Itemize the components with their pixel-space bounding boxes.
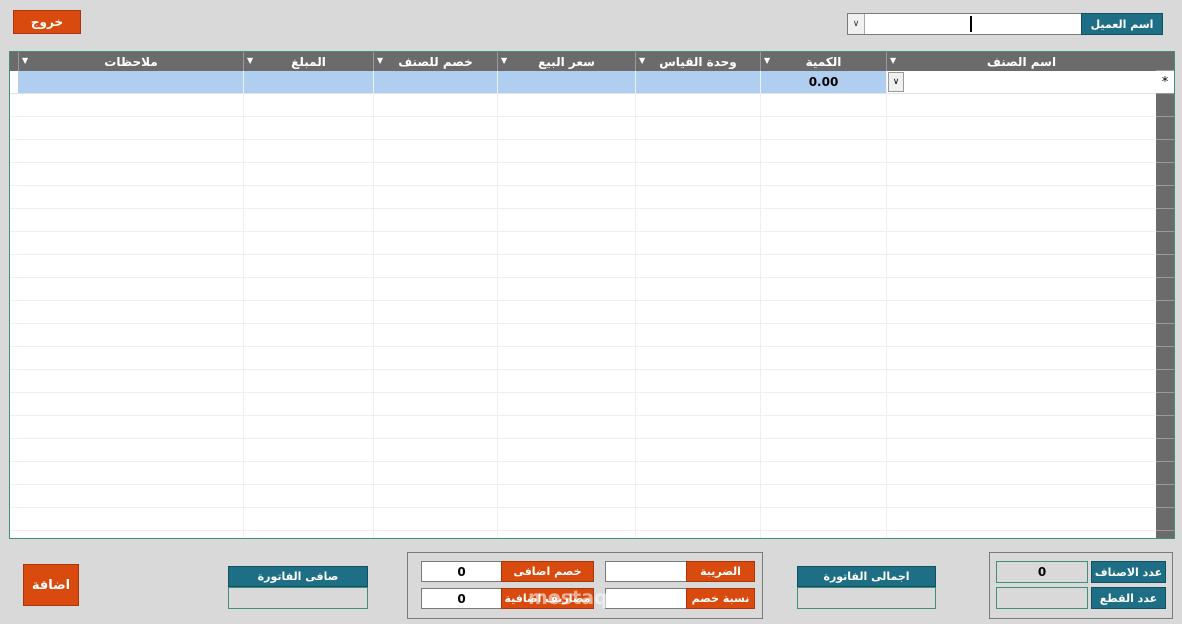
extra-expenses-field[interactable]: 0	[421, 588, 502, 609]
tax-label: الضريبة	[686, 561, 755, 582]
grid-divider	[497, 71, 498, 538]
row-selector[interactable]	[1156, 439, 1174, 462]
extra-discount-field[interactable]: 0	[421, 561, 502, 582]
row-selector[interactable]	[1156, 393, 1174, 416]
discount-rate-label: نسبة خصم	[686, 588, 755, 609]
row-selector[interactable]	[1156, 278, 1174, 301]
row-selector[interactable]	[1156, 255, 1174, 278]
column-header-sale-price[interactable]: ▼ سعر البيع	[497, 52, 635, 71]
chevron-down-icon[interactable]: ∨	[888, 72, 904, 92]
add-button[interactable]: اضافة	[23, 564, 79, 606]
chevron-down-icon[interactable]: ∨	[848, 14, 865, 34]
cell-notes[interactable]	[18, 71, 243, 93]
cell-quantity[interactable]: 0.00	[760, 71, 886, 93]
text-caret	[970, 16, 972, 32]
row-selector[interactable]	[1156, 347, 1174, 370]
row-selector[interactable]	[1156, 485, 1174, 508]
table-row[interactable]	[10, 370, 1156, 393]
column-header-amount[interactable]: ▼ المبلغ	[243, 52, 373, 71]
row-selector[interactable]	[1156, 508, 1174, 531]
exit-button[interactable]: خروج	[13, 10, 81, 34]
net-invoice-value	[228, 587, 368, 609]
table-row[interactable]	[10, 117, 1156, 140]
table-row[interactable]	[10, 462, 1156, 485]
invoice-items-grid[interactable]: ▼ ملاحظات ▼ المبلغ ▼ خصم للصنف ▼ سعر البيع ▼…	[9, 51, 1175, 539]
cell-amount[interactable]	[243, 71, 373, 93]
table-row[interactable]	[10, 416, 1156, 439]
extra-discount-label: خصم اضافى	[501, 561, 594, 582]
row-selector[interactable]	[1156, 140, 1174, 163]
table-row[interactable]	[10, 393, 1156, 416]
row-selector[interactable]	[1156, 370, 1174, 393]
grid-divider	[635, 71, 636, 538]
table-row[interactable]	[10, 186, 1156, 209]
row-selector-column: *	[1156, 52, 1174, 538]
customer-label: اسم العميل	[1081, 13, 1163, 35]
extra-expenses-label: مصاريف اضافية	[501, 588, 594, 609]
grid-divider	[243, 71, 244, 538]
table-row[interactable]	[10, 94, 1156, 117]
table-row[interactable]	[10, 324, 1156, 347]
select-all-corner[interactable]	[1156, 52, 1174, 71]
counts-group: 0 عدد الاصناف عدد القطع	[989, 552, 1173, 619]
tax-discount-group: 0 خصم اضافى الضريبة 0 مصاريف اضافية نسبة…	[407, 552, 763, 619]
column-header-unit[interactable]: ▼ وحدة القياس	[635, 52, 760, 71]
row-selector[interactable]	[1156, 94, 1174, 117]
table-row[interactable]	[10, 255, 1156, 278]
discount-rate-field[interactable]	[605, 588, 687, 609]
grid-header: ▼ ملاحظات ▼ المبلغ ▼ خصم للصنف ▼ سعر البيع ▼…	[10, 52, 1174, 71]
cell-item-discount[interactable]	[373, 71, 497, 93]
pieces-count-label: عدد القطع	[1091, 587, 1166, 609]
cell-unit[interactable]	[635, 71, 760, 93]
new-row[interactable]: 0.00 ∨	[10, 71, 1156, 94]
table-row[interactable]	[10, 508, 1156, 531]
row-selector[interactable]	[1156, 186, 1174, 209]
dropdown-arrow-icon[interactable]: ▼	[377, 56, 383, 65]
row-selector[interactable]	[1156, 163, 1174, 186]
new-row-marker[interactable]: *	[1156, 71, 1174, 94]
row-selector[interactable]	[1156, 301, 1174, 324]
row-selector[interactable]	[1156, 117, 1174, 140]
column-header-quantity[interactable]: ▼ الكمية	[760, 52, 886, 71]
table-row[interactable]	[10, 347, 1156, 370]
row-selector[interactable]	[1156, 232, 1174, 255]
cell-sale-price[interactable]	[497, 71, 635, 93]
dropdown-arrow-icon[interactable]: ▼	[639, 56, 645, 65]
dropdown-arrow-icon[interactable]: ▼	[764, 56, 770, 65]
table-row[interactable]	[10, 439, 1156, 462]
table-row[interactable]	[10, 232, 1156, 255]
row-selector[interactable]	[1156, 416, 1174, 439]
row-selector[interactable]	[1156, 324, 1174, 347]
grid-divider	[760, 71, 761, 538]
total-invoice-label: اجمالى الفاتورة	[797, 566, 936, 587]
net-invoice-label: صافى الفاتورة	[228, 566, 368, 587]
column-header-notes[interactable]: ▼ ملاحظات	[18, 52, 243, 71]
dropdown-arrow-icon[interactable]: ▼	[501, 56, 507, 65]
dropdown-arrow-icon[interactable]: ▼	[247, 56, 253, 65]
table-row[interactable]	[10, 485, 1156, 508]
cell-item-name[interactable]: ∨	[886, 71, 1156, 93]
grid-divider	[886, 71, 887, 538]
row-selector[interactable]	[1156, 209, 1174, 232]
row-selector[interactable]	[1156, 462, 1174, 485]
column-header-item-discount[interactable]: ▼ خصم للصنف	[373, 52, 497, 71]
tax-field[interactable]	[605, 561, 687, 582]
items-count-label: عدد الاصناف	[1091, 561, 1166, 583]
total-invoice-value	[797, 587, 936, 609]
items-count-value: 0	[996, 561, 1088, 583]
dropdown-arrow-icon[interactable]: ▼	[22, 56, 28, 65]
grid-divider	[373, 71, 374, 538]
column-header-item-name[interactable]: ▼ اسم الصنف	[886, 52, 1156, 71]
dropdown-arrow-icon[interactable]: ▼	[890, 56, 896, 65]
table-row[interactable]	[10, 301, 1156, 324]
table-row[interactable]	[10, 140, 1156, 163]
table-row[interactable]	[10, 209, 1156, 232]
pieces-count-value	[996, 587, 1088, 609]
customer-combobox[interactable]: ∨	[847, 13, 1083, 35]
table-row[interactable]	[10, 163, 1156, 186]
table-row[interactable]	[10, 278, 1156, 301]
